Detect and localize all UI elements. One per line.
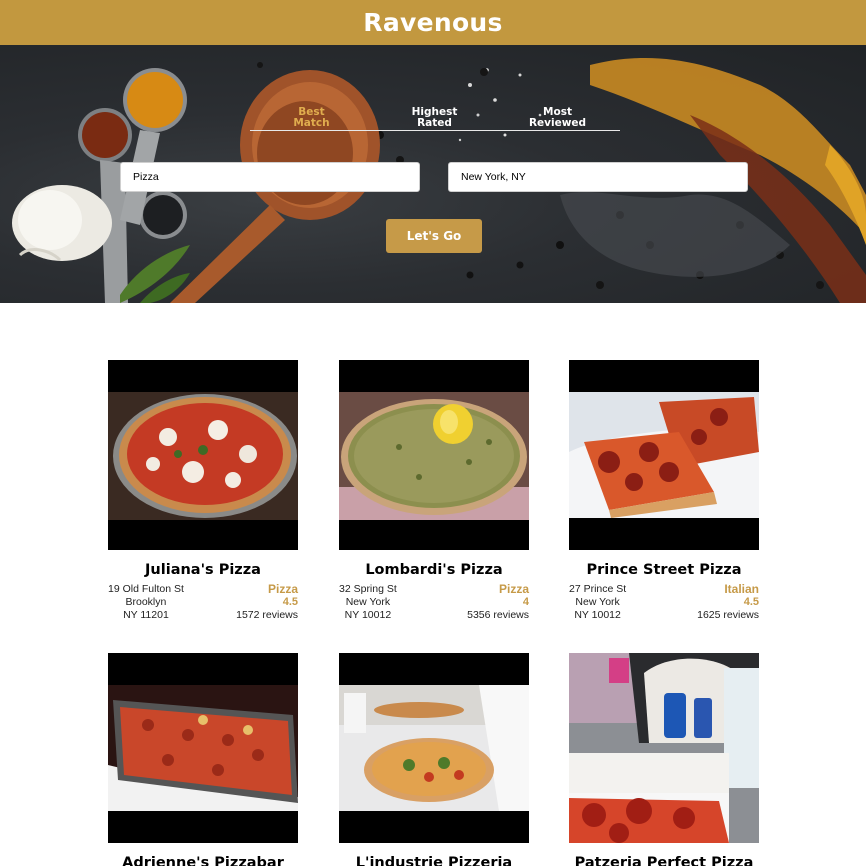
business-card[interactable]: Prince Street Pizza 27 Prince St New Yor… [569, 360, 759, 622]
business-name: Patzeria Perfect Pizza [574, 855, 754, 866]
business-reviews-info: Italian 4.5 1625 reviews [697, 583, 759, 622]
app-title: Ravenous [363, 8, 503, 37]
business-review-count: 5356 reviews [467, 609, 529, 621]
pesto-pizza-image [339, 392, 529, 520]
business-review-count: 1572 reviews [236, 609, 298, 621]
business-category: Pizza [498, 582, 529, 596]
times-square-slice-image [569, 653, 759, 843]
business-name: Prince Street Pizza [586, 562, 742, 578]
business-category: Pizza [267, 582, 298, 596]
business-review-count: 1625 reviews [697, 609, 759, 621]
sheet-pan-pizza-image [108, 685, 298, 811]
business-rating: 4.5 [743, 596, 759, 608]
margherita-pizza-image [108, 392, 298, 520]
business-card[interactable]: Patzeria Perfect Pizza [569, 653, 759, 866]
search-location-input[interactable]: New York, NY [448, 162, 748, 192]
search-submit-button[interactable]: Let's Go [386, 219, 482, 253]
business-address: 19 Old Fulton St Brooklyn NY 11201 [108, 583, 184, 621]
business-address: 32 Spring St New York NY 10012 [339, 583, 397, 621]
business-rating: 4 [522, 596, 529, 608]
business-photo [569, 360, 759, 550]
business-name: Lombardi's Pizza [365, 562, 503, 578]
business-photo [339, 360, 529, 550]
search-hero: Best Match Highest Rated Most Reviewed P… [0, 45, 866, 303]
business-photo [108, 360, 298, 550]
business-card[interactable]: Adrienne's Pizzabar [108, 653, 298, 866]
pepperoni-square-slice-image [569, 392, 759, 518]
business-card[interactable]: L'industrie Pizzeria [339, 653, 529, 866]
app-header: Ravenous [0, 0, 866, 45]
search-term-input[interactable]: Pizza [120, 162, 420, 192]
business-photo [108, 653, 298, 843]
chef-pizza-image [339, 685, 529, 811]
business-name: Adrienne's Pizzabar [122, 855, 284, 866]
business-category: Italian [724, 582, 759, 596]
business-photo [569, 653, 759, 843]
business-reviews-info: Pizza 4.5 1572 reviews [236, 583, 298, 622]
sort-option-most-reviewed[interactable]: Most Reviewed [496, 107, 619, 130]
business-rating: 4.5 [282, 596, 298, 608]
business-reviews-info: Pizza 4 5356 reviews [467, 583, 529, 622]
business-card[interactable]: Juliana's Pizza 19 Old Fulton St Brookly… [108, 360, 298, 622]
business-list: Juliana's Pizza 19 Old Fulton St Brookly… [0, 303, 866, 866]
sort-option-best-match[interactable]: Best Match [250, 107, 373, 130]
sort-option-highest-rated[interactable]: Highest Rated [373, 107, 496, 130]
business-name: L'industrie Pizzeria [355, 855, 513, 866]
business-name: Juliana's Pizza [145, 562, 261, 578]
business-photo [339, 653, 529, 843]
business-card[interactable]: Lombardi's Pizza 32 Spring St New York N… [339, 360, 529, 622]
sort-options: Best Match Highest Rated Most Reviewed [250, 107, 620, 131]
business-address: 27 Prince St New York NY 10012 [569, 583, 627, 621]
